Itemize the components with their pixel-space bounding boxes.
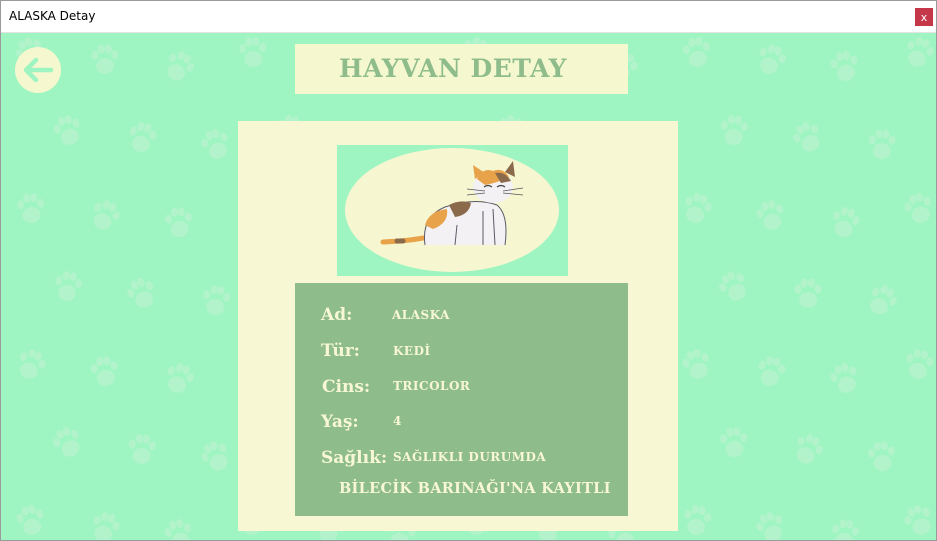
- paw-print-icon: [89, 354, 121, 388]
- paw-print-icon: [719, 114, 749, 146]
- window-title: ALASKA Detay: [9, 9, 96, 23]
- health-label: Sağlık:: [321, 448, 388, 468]
- paw-print-icon: [679, 346, 715, 383]
- species-value: KEDİ: [393, 344, 431, 358]
- paw-print-icon: [829, 517, 861, 540]
- paw-print-icon: [714, 266, 753, 306]
- breed-label: Cins:: [322, 377, 371, 397]
- paw-print-icon: [123, 274, 160, 313]
- breed-value: TRICOLOR: [393, 379, 471, 393]
- detail-window: ALASKA Detay x HAYVAN DETAY Ad: ALASKA T…: [0, 0, 937, 541]
- paw-print-icon: [200, 283, 232, 317]
- paw-print-icon: [901, 190, 936, 227]
- paw-print-icon: [863, 280, 902, 320]
- paw-print-icon: [49, 423, 87, 462]
- page-title: HAYVAN DETAY: [339, 54, 567, 83]
- paw-print-icon: [754, 354, 788, 389]
- age-value: 4: [393, 414, 402, 428]
- content-area: HAYVAN DETAY Ad: ALASKA Tür: KEDİ Cins: …: [1, 33, 936, 540]
- title-bar: ALASKA Detay x: [1, 1, 936, 33]
- paw-print-icon: [161, 359, 197, 397]
- animal-photo: [337, 145, 568, 276]
- paw-print-icon: [719, 426, 749, 458]
- paw-print-icon: [16, 192, 46, 224]
- paw-print-icon: [52, 269, 84, 303]
- paw-print-icon: [196, 437, 235, 476]
- paw-print-icon: [125, 120, 159, 155]
- paw-print-icon: [828, 49, 861, 84]
- species-label: Tür:: [321, 341, 360, 361]
- paw-print-icon: [901, 34, 936, 71]
- paw-print-icon: [91, 44, 119, 75]
- paw-print-icon: [754, 197, 788, 233]
- paw-print-icon: [127, 433, 157, 465]
- paw-print-icon: [198, 125, 234, 163]
- paw-print-icon: [160, 46, 199, 86]
- name-value: ALASKA: [392, 308, 450, 322]
- paw-print-icon: [866, 440, 897, 473]
- paw-print-icon: [752, 508, 789, 540]
- paw-print-icon: [788, 118, 827, 157]
- paw-print-icon: [789, 430, 827, 469]
- animal-card: Ad: ALASKA Tür: KEDİ Cins: TRICOLOR Yaş:…: [238, 121, 678, 531]
- paw-print-icon: [753, 40, 789, 78]
- paw-print-icon: [681, 35, 713, 69]
- arrow-left-icon: [23, 57, 54, 83]
- paw-print-icon: [86, 196, 124, 235]
- paw-print-icon: [87, 509, 123, 540]
- paw-print-icon: [679, 190, 715, 227]
- paw-print-icon: [828, 204, 863, 241]
- close-button[interactable]: x: [915, 8, 933, 26]
- paw-print-icon: [162, 516, 196, 540]
- registration-note: BİLECİK BARINAĞI'NA KAYITLI: [339, 480, 611, 497]
- paw-print-icon: [50, 112, 86, 149]
- paw-print-icon: [14, 503, 48, 538]
- age-label: Yaş:: [321, 412, 359, 432]
- health-value: SAĞLIKLI DURUMDA: [393, 450, 547, 464]
- paw-print-icon: [827, 359, 863, 397]
- name-label: Ad:: [321, 305, 353, 325]
- back-button[interactable]: [15, 47, 61, 93]
- paw-print-icon: [868, 129, 897, 160]
- paw-print-icon: [681, 503, 713, 537]
- paw-print-icon: [238, 36, 268, 68]
- cat-illustration: [345, 148, 559, 272]
- paw-print-icon: [794, 278, 822, 309]
- paw-print-icon: [13, 345, 50, 384]
- paw-print-icon: [900, 501, 936, 540]
- header-banner: HAYVAN DETAY: [295, 44, 628, 94]
- paw-print-icon: [903, 347, 935, 382]
- paw-print-icon: [163, 206, 194, 239]
- animal-info-panel: Ad: ALASKA Tür: KEDİ Cins: TRICOLOR Yaş:…: [295, 283, 628, 516]
